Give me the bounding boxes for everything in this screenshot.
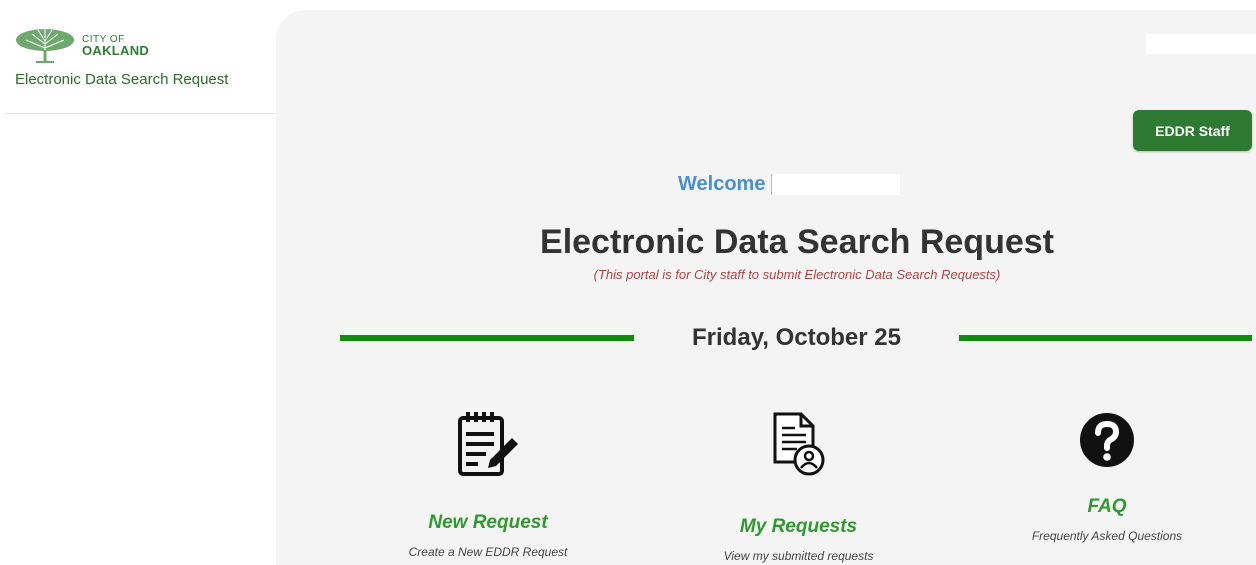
faq-description: Frequently Asked Questions: [1031, 529, 1183, 543]
sidebar-app-title[interactable]: Electronic Data Search Request: [15, 71, 228, 88]
logo-oakland-label: OAKLAND: [82, 43, 150, 58]
oakland-tree-logo-icon[interactable]: [14, 26, 76, 64]
new-request-title[interactable]: New Request: [380, 512, 596, 534]
date-divider-left: [340, 335, 634, 341]
date-divider-right: [959, 335, 1252, 341]
new-request-card[interactable]: New Request Create a New EDDR Request: [380, 408, 596, 559]
redacted-field: [1146, 34, 1256, 54]
my-requests-title[interactable]: My Requests: [691, 516, 906, 538]
logo-text: CITY OF OAKLAND: [82, 34, 150, 58]
document-user-icon: [773, 412, 824, 476]
my-requests-description: View my submitted requests: [723, 549, 874, 563]
date-label: Friday, October 25: [692, 324, 901, 351]
welcome-message: Welcome: [678, 173, 901, 196]
new-request-description: Create a New EDDR Request: [408, 545, 568, 559]
sidebar-divider: [6, 113, 299, 114]
eddr-staff-button[interactable]: EDDR Staff: [1133, 110, 1252, 151]
clipboard-edit-icon: [458, 412, 518, 476]
question-circle-icon: [1080, 413, 1134, 467]
page-subtitle: (This portal is for City staff to submit…: [593, 267, 1001, 282]
welcome-label: Welcome: [678, 173, 766, 195]
my-requests-card[interactable]: My Requests View my submitted requests: [691, 410, 906, 563]
page-title: Electronic Data Search Request: [540, 223, 1054, 261]
redacted-user-name: [771, 174, 901, 195]
sidebar: CITY OF OAKLAND Electronic Data Search R…: [0, 0, 299, 565]
main-content: EDDR Staff Welcome Electronic Data Searc…: [276, 10, 1256, 565]
faq-card[interactable]: FAQ Frequently Asked Questions: [997, 412, 1217, 543]
faq-title[interactable]: FAQ: [997, 496, 1217, 518]
